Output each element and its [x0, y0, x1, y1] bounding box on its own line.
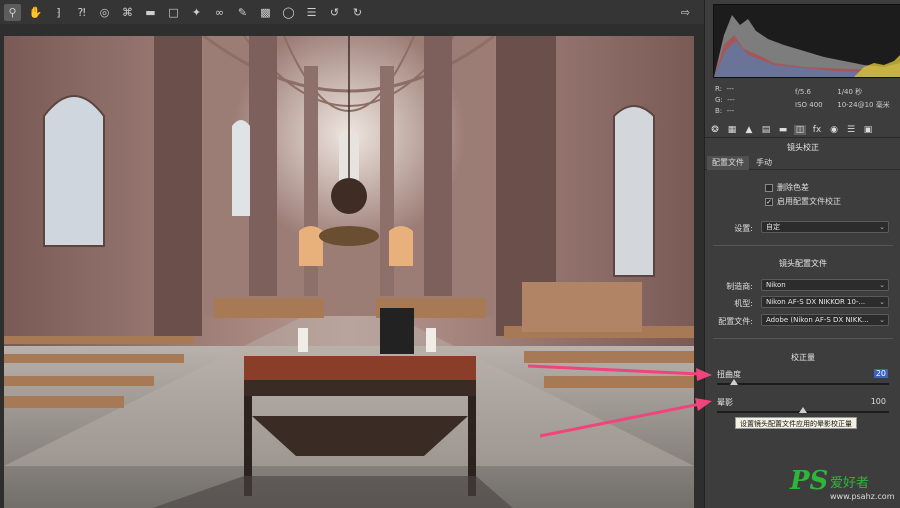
profile-value: Adobe (Nikon AF-S DX NIKK... [766, 316, 869, 324]
b-label: B: [715, 107, 723, 115]
rotate-left-icon[interactable]: ↺ [326, 4, 343, 21]
r-label: R: [715, 85, 723, 93]
model-select[interactable]: Nikon AF-S DX NIKKOR 10-... ⌄ [761, 296, 889, 308]
graduated-filter-icon[interactable]: ▩ [257, 4, 274, 21]
vignetting-value-field[interactable]: 100 [869, 397, 888, 406]
detail-tab-icon[interactable]: ▲ [743, 125, 755, 135]
zoom-icon[interactable]: ⚲ [4, 3, 21, 21]
toolbar: ⚲ ✋ ⁆ ⁈ ◎ ⌘ ▬ □ ✦ ∞ ✎ ▩ ◯ ☰ ↺ ↻ ⇨ [0, 0, 704, 24]
tab-manual[interactable]: 手动 [751, 156, 777, 170]
rgb-readout: R: --- G: --- B: --- [715, 84, 735, 117]
eyedropper-icon[interactable]: ⁆ [50, 4, 67, 21]
watermark-logo: PS [790, 466, 829, 496]
panel-tabs: ❂ ▦ ▲ ▤ ▬ ◫ fx ◉ ☰ ▣ [705, 122, 900, 138]
basic-tab-icon[interactable]: ❂ [709, 125, 721, 135]
vignetting-slider-thumb[interactable] [799, 407, 807, 413]
chevron-down-icon: ⌄ [879, 298, 885, 306]
subtabs: 配置文件 手动 [705, 156, 900, 170]
g-label: G: [715, 96, 723, 104]
enable-profile-checkbox[interactable]: ✓ 启用配置文件校正 [765, 196, 841, 207]
shutter: 1/40 秒 [837, 88, 863, 96]
setup-select[interactable]: 自定 ⌄ [761, 221, 889, 233]
target-adjust-icon[interactable]: ◎ [96, 4, 113, 21]
b-value: --- [726, 107, 735, 115]
r-value: --- [726, 85, 735, 93]
camera-calibration-tab-icon[interactable]: ◉ [828, 125, 840, 135]
effects-tab-icon[interactable]: fx [811, 125, 823, 135]
histogram [713, 4, 900, 78]
make-value: Nikon [766, 281, 786, 289]
split-toning-tab-icon[interactable]: ▬ [777, 125, 789, 135]
rotate-right-icon[interactable]: ↻ [349, 4, 366, 21]
aperture: f/5.6 [795, 88, 811, 96]
presets-tab-icon[interactable]: ☰ [845, 125, 857, 135]
red-eye-icon[interactable]: ∞ [211, 4, 228, 21]
g-value: --- [727, 96, 735, 104]
setup-value: 自定 [766, 223, 780, 231]
vignetting-label: 晕影 [717, 398, 733, 407]
presets-icon[interactable]: ☰ [303, 4, 320, 21]
lens: 10-24@10 毫米 [837, 101, 890, 109]
color-sampler-icon[interactable]: ⁈ [73, 4, 90, 21]
checkbox-box[interactable] [765, 183, 773, 192]
tone-curve-tab-icon[interactable]: ▦ [726, 125, 738, 135]
remove-ca-label: 删除色差 [777, 183, 809, 192]
profile-select[interactable]: Adobe (Nikon AF-S DX NIKK... ⌄ [761, 314, 889, 326]
remove-ca-checkbox[interactable]: 删除色差 [765, 182, 809, 193]
panel-title: 镜头校正 [787, 143, 819, 152]
divider [713, 245, 893, 246]
make-label: 制造商: [726, 282, 753, 291]
camera-raw-window: ⚲ ✋ ⁆ ⁈ ◎ ⌘ ▬ □ ✦ ∞ ✎ ▩ ◯ ☰ ↺ ↻ ⇨ R: ---… [0, 0, 900, 508]
lens-profile-title: 镜头配置文件 [779, 259, 827, 268]
tooltip: 设置镜头配置文件应用的晕影校正量 [735, 417, 857, 429]
transform-icon[interactable]: □ [165, 4, 182, 21]
cathedral-photo [4, 36, 694, 508]
chevron-down-icon: ⌄ [879, 223, 885, 231]
iso: ISO 400 [795, 101, 823, 109]
make-select[interactable]: Nikon ⌄ [761, 279, 889, 291]
distortion-slider-thumb[interactable] [730, 379, 739, 385]
model-value: Nikon AF-S DX NIKKOR 10-... [766, 298, 866, 306]
amount-title: 校正量 [791, 353, 815, 362]
chevron-down-icon: ⌄ [879, 281, 885, 289]
divider [713, 338, 893, 339]
watermark: PS 爱好者 www.psahz.com [790, 466, 896, 504]
enable-profile-label: 启用配置文件校正 [777, 197, 841, 206]
distortion-value-field[interactable]: 20 [873, 369, 888, 378]
crop-icon[interactable]: ⌘ [119, 4, 136, 21]
watermark-url: www.psahz.com [830, 492, 895, 501]
distortion-slider-track[interactable] [717, 379, 889, 385]
image-canvas [0, 24, 704, 508]
camera-info: f/5.6 1/40 秒 ISO 400 10-24@10 毫米 [795, 86, 890, 112]
setup-label: 设置: [734, 224, 753, 233]
right-panel: R: --- G: --- B: --- f/5.6 1/40 秒 ISO 40… [704, 0, 900, 508]
photo-illustration [4, 36, 694, 508]
info-readout: R: --- G: --- B: --- f/5.6 1/40 秒 ISO 40… [715, 84, 895, 120]
snapshots-tab-icon[interactable]: ▣ [862, 125, 874, 135]
radial-filter-icon[interactable]: ◯ [280, 4, 297, 21]
tab-profile[interactable]: 配置文件 [707, 156, 749, 170]
spot-removal-icon[interactable]: ✦ [188, 4, 205, 21]
model-label: 机型: [734, 299, 753, 308]
straighten-icon[interactable]: ▬ [142, 4, 159, 21]
hsl-tab-icon[interactable]: ▤ [760, 125, 772, 135]
brush-icon[interactable]: ✎ [234, 4, 251, 21]
chevron-down-icon: ⌄ [879, 316, 885, 324]
hand-icon[interactable]: ✋ [27, 4, 44, 21]
vignetting-slider-track[interactable] [717, 407, 889, 413]
checkbox-checked[interactable]: ✓ [765, 197, 773, 206]
profile-label: 配置文件: [718, 317, 753, 326]
lens-corrections-tab-icon[interactable]: ◫ [794, 124, 806, 135]
watermark-text: 爱好者 [830, 476, 870, 491]
open-preferences-icon[interactable]: ⇨ [677, 4, 694, 21]
